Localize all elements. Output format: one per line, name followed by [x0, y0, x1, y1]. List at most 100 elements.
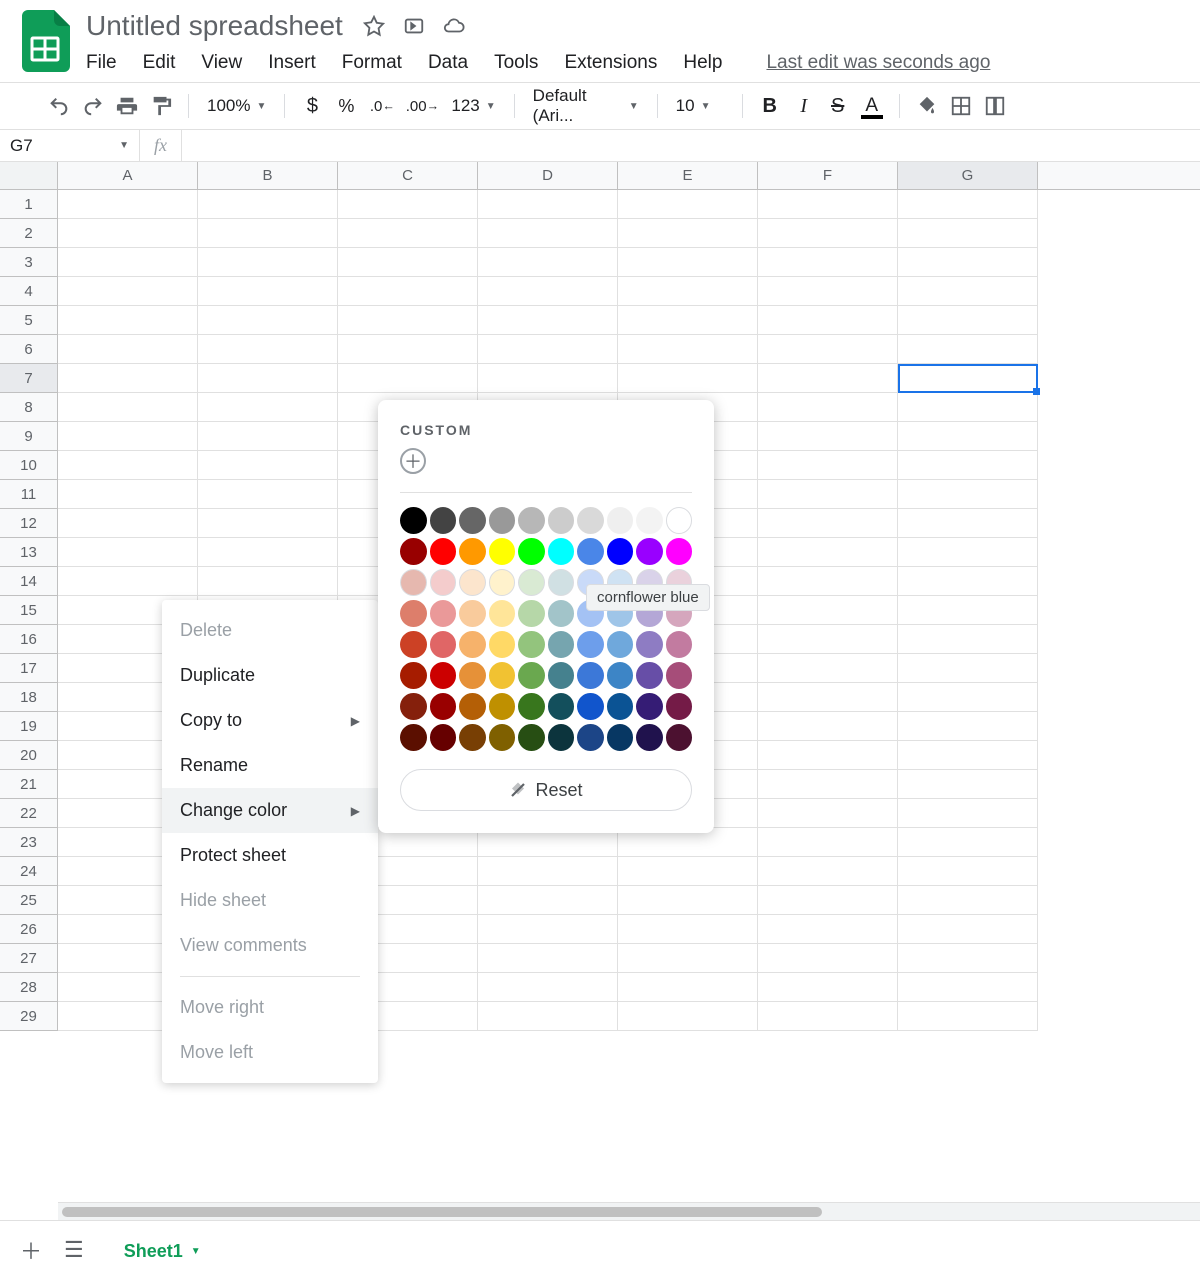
- ctx-duplicate[interactable]: Duplicate: [162, 653, 378, 698]
- document-title[interactable]: Untitled spreadsheet: [86, 10, 343, 42]
- color-swatch[interactable]: [607, 693, 634, 720]
- cell-B13[interactable]: [198, 538, 338, 567]
- cell-A8[interactable]: [58, 393, 198, 422]
- cell-G16[interactable]: [898, 625, 1038, 654]
- currency-button[interactable]: $: [297, 91, 327, 121]
- row-header-4[interactable]: 4: [0, 277, 58, 306]
- color-swatch[interactable]: [518, 507, 545, 534]
- cell-G7[interactable]: [898, 364, 1038, 393]
- cell-B9[interactable]: [198, 422, 338, 451]
- menu-tools[interactable]: Tools: [494, 52, 538, 74]
- cell-G5[interactable]: [898, 306, 1038, 335]
- cell-C2[interactable]: [338, 219, 478, 248]
- cell-D26[interactable]: [478, 915, 618, 944]
- column-header-F[interactable]: F: [758, 162, 898, 189]
- color-swatch[interactable]: [489, 538, 516, 565]
- row-header-6[interactable]: 6: [0, 335, 58, 364]
- cell-G11[interactable]: [898, 480, 1038, 509]
- row-header-2[interactable]: 2: [0, 219, 58, 248]
- color-swatch[interactable]: [459, 693, 486, 720]
- color-swatch[interactable]: [577, 507, 604, 534]
- cell-G6[interactable]: [898, 335, 1038, 364]
- color-swatch[interactable]: [430, 569, 457, 596]
- cell-A6[interactable]: [58, 335, 198, 364]
- reset-color-button[interactable]: Reset: [400, 769, 692, 811]
- row-header-24[interactable]: 24: [0, 857, 58, 886]
- cell-F10[interactable]: [758, 451, 898, 480]
- cell-D6[interactable]: [478, 335, 618, 364]
- cell-D7[interactable]: [478, 364, 618, 393]
- color-swatch[interactable]: [518, 662, 545, 689]
- cell-F29[interactable]: [758, 1002, 898, 1031]
- cell-G1[interactable]: [898, 190, 1038, 219]
- cell-F6[interactable]: [758, 335, 898, 364]
- color-swatch[interactable]: [400, 724, 427, 751]
- color-swatch[interactable]: [459, 507, 486, 534]
- cell-E5[interactable]: [618, 306, 758, 335]
- row-header-10[interactable]: 10: [0, 451, 58, 480]
- sheet-tab-1[interactable]: Sheet1▼: [106, 1224, 219, 1276]
- cell-G20[interactable]: [898, 741, 1038, 770]
- cell-F4[interactable]: [758, 277, 898, 306]
- cell-E25[interactable]: [618, 886, 758, 915]
- decrease-decimals-button[interactable]: .0←: [365, 91, 399, 121]
- last-edit-link[interactable]: Last edit was seconds ago: [766, 52, 990, 74]
- cell-E1[interactable]: [618, 190, 758, 219]
- ctx-move-right[interactable]: Move right: [162, 985, 378, 1030]
- color-swatch[interactable]: [518, 631, 545, 658]
- color-swatch[interactable]: [666, 693, 693, 720]
- row-header-7[interactable]: 7: [0, 364, 58, 393]
- column-header-G[interactable]: G: [898, 162, 1038, 189]
- color-swatch[interactable]: [430, 631, 457, 658]
- cell-C7[interactable]: [338, 364, 478, 393]
- color-swatch[interactable]: [548, 662, 575, 689]
- row-header-9[interactable]: 9: [0, 422, 58, 451]
- cell-A7[interactable]: [58, 364, 198, 393]
- formula-input[interactable]: [181, 130, 1200, 161]
- row-header-15[interactable]: 15: [0, 596, 58, 625]
- cell-G25[interactable]: [898, 886, 1038, 915]
- cell-F28[interactable]: [758, 973, 898, 1002]
- cell-G4[interactable]: [898, 277, 1038, 306]
- add-custom-color-button[interactable]: ＋: [400, 448, 426, 474]
- color-swatch[interactable]: [666, 631, 693, 658]
- all-sheets-button[interactable]: ☰: [64, 1237, 84, 1263]
- color-swatch[interactable]: [489, 724, 516, 751]
- cell-E2[interactable]: [618, 219, 758, 248]
- row-header-18[interactable]: 18: [0, 683, 58, 712]
- paint-format-button[interactable]: [146, 91, 176, 121]
- zoom-select[interactable]: 100%▼: [201, 96, 272, 116]
- cell-G19[interactable]: [898, 712, 1038, 741]
- cell-G2[interactable]: [898, 219, 1038, 248]
- cell-E3[interactable]: [618, 248, 758, 277]
- cell-G14[interactable]: [898, 567, 1038, 596]
- cell-F17[interactable]: [758, 654, 898, 683]
- name-box[interactable]: G7▼: [0, 130, 140, 161]
- color-swatch[interactable]: [400, 662, 427, 689]
- cell-G15[interactable]: [898, 596, 1038, 625]
- row-header-1[interactable]: 1: [0, 190, 58, 219]
- cell-F22[interactable]: [758, 799, 898, 828]
- color-swatch[interactable]: [577, 662, 604, 689]
- row-header-13[interactable]: 13: [0, 538, 58, 567]
- color-swatch[interactable]: [607, 631, 634, 658]
- cell-G10[interactable]: [898, 451, 1038, 480]
- cell-D1[interactable]: [478, 190, 618, 219]
- column-header-D[interactable]: D: [478, 162, 618, 189]
- cell-F13[interactable]: [758, 538, 898, 567]
- color-swatch[interactable]: [459, 569, 486, 596]
- cell-B2[interactable]: [198, 219, 338, 248]
- cell-C5[interactable]: [338, 306, 478, 335]
- cell-C6[interactable]: [338, 335, 478, 364]
- cell-A12[interactable]: [58, 509, 198, 538]
- row-header-28[interactable]: 28: [0, 973, 58, 1002]
- font-size-select[interactable]: 10▼: [670, 96, 730, 116]
- color-swatch[interactable]: [400, 631, 427, 658]
- menu-file[interactable]: File: [86, 52, 117, 74]
- cell-F23[interactable]: [758, 828, 898, 857]
- cell-C4[interactable]: [338, 277, 478, 306]
- cell-F15[interactable]: [758, 596, 898, 625]
- color-swatch[interactable]: [459, 724, 486, 751]
- color-swatch[interactable]: [548, 569, 575, 596]
- cell-B12[interactable]: [198, 509, 338, 538]
